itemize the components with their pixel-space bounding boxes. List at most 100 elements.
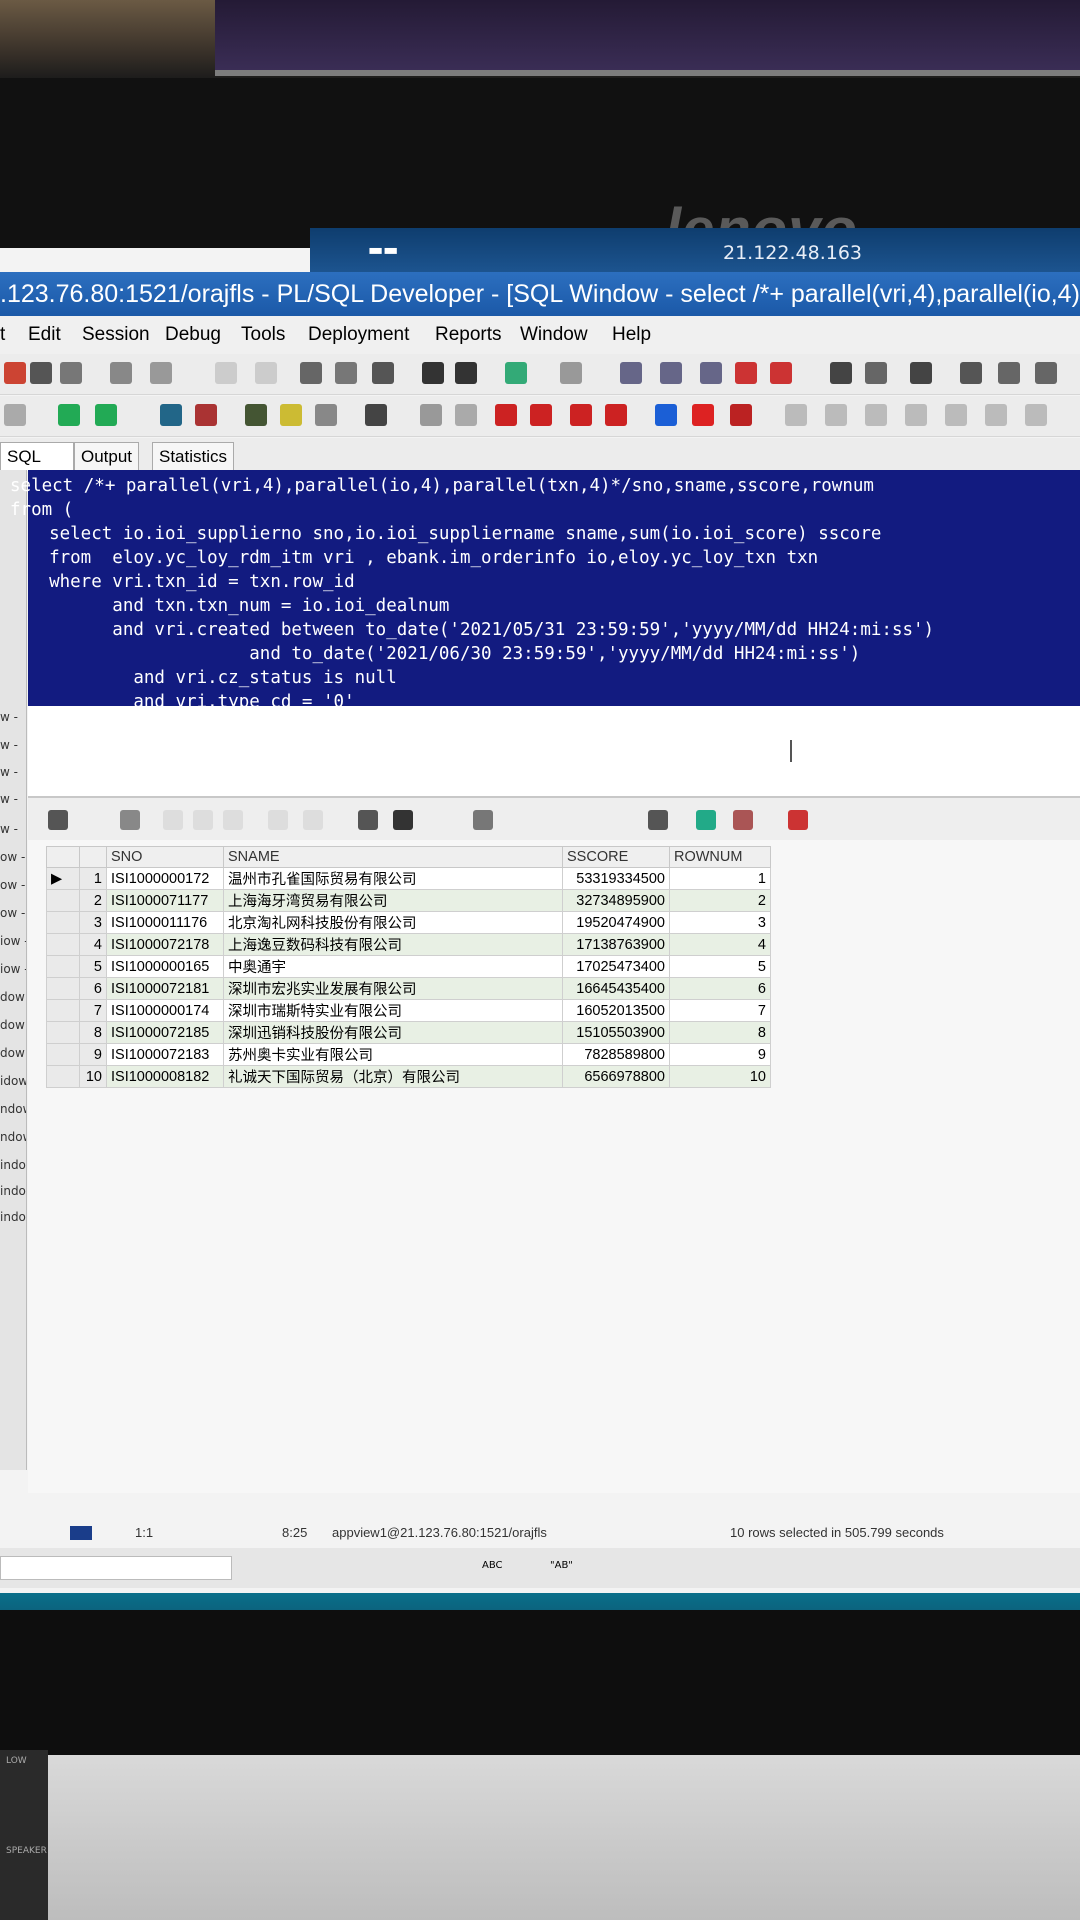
window-list-item[interactable]: w - — [0, 792, 18, 806]
menu-reports[interactable]: Reports — [435, 316, 502, 354]
cell-sno[interactable]: ISI1000000174 — [106, 999, 224, 1022]
wrench-icon[interactable] — [365, 404, 387, 426]
table-row[interactable]: 4 ISI1000072178 上海逸豆数码科技有限公司 17138763900 4 — [46, 933, 771, 956]
comment-icon[interactable] — [700, 362, 722, 384]
table-row[interactable]: 2 ISI1000071177 上海海牙湾贸易有限公司 32734895900 2 — [46, 889, 771, 912]
cell-sno[interactable]: ISI1000000165 — [106, 955, 224, 978]
find-word-toggle[interactable]: "AB" — [550, 1560, 573, 1571]
stop-icon[interactable] — [730, 404, 752, 426]
indent-icon[interactable] — [620, 362, 642, 384]
menu-edit[interactable]: Edit — [28, 316, 61, 354]
column-header-rownum[interactable]: ROWNUM — [669, 846, 771, 868]
cell-sscore[interactable]: 7828589800 — [562, 1043, 670, 1066]
print-setup-icon[interactable] — [150, 362, 172, 384]
table-export-icon[interactable] — [788, 810, 808, 830]
window-list-item[interactable]: indow - — [0, 1158, 26, 1172]
table-row[interactable]: 6 ISI1000072181 深圳市宏兆实业发展有限公司 16645435400 6 — [46, 977, 771, 1000]
cell-sno[interactable]: ISI1000072183 — [106, 1043, 224, 1066]
tile-vertical-icon[interactable] — [1035, 362, 1057, 384]
object-icon[interactable] — [420, 404, 442, 426]
pin-icon[interactable]: ▬▬ — [368, 240, 398, 259]
tile-horizontal-icon[interactable] — [998, 362, 1020, 384]
lock-icon[interactable] — [120, 810, 140, 830]
cell-rownum[interactable]: 10 — [669, 1065, 771, 1088]
cell-sname[interactable]: 上海逸豆数码科技有限公司 — [223, 933, 563, 956]
step-5-icon[interactable] — [945, 404, 967, 426]
find-case-toggle[interactable]: ABC — [482, 1560, 503, 1571]
chart-icon[interactable] — [733, 810, 753, 830]
window-list-icon[interactable] — [830, 362, 852, 384]
sql-editor[interactable]: select /*+ parallel(vri,4),parallel(io,4… — [10, 470, 1080, 800]
cell-sscore[interactable]: 17138763900 — [562, 933, 670, 956]
cell-sno[interactable]: ISI1000011176 — [106, 911, 224, 934]
save-results-icon[interactable] — [648, 810, 668, 830]
step-icon[interactable] — [785, 404, 807, 426]
cell-rownum[interactable]: 2 — [669, 889, 771, 912]
menu-file[interactable]: t — [0, 316, 5, 354]
cell-rownum[interactable]: 9 — [669, 1043, 771, 1066]
commit-icon[interactable] — [160, 404, 182, 426]
next-page-icon[interactable] — [268, 810, 288, 830]
undo-icon[interactable] — [215, 362, 237, 384]
column-header-sscore[interactable]: SSCORE — [562, 846, 670, 868]
cell-sno[interactable]: ISI1000071177 — [106, 889, 224, 912]
cell-sname[interactable]: 礼诚天下国际贸易（北京）有限公司 — [223, 1065, 563, 1088]
cell-sscore[interactable]: 17025473400 — [562, 955, 670, 978]
cut-icon[interactable] — [300, 362, 322, 384]
window-list-item[interactable]: w - — [0, 765, 18, 779]
redo-icon[interactable] — [255, 362, 277, 384]
report-icon[interactable] — [770, 362, 792, 384]
table-row[interactable]: 8 ISI1000072185 深圳迅销科技股份有限公司 15105503900 8 — [46, 1021, 771, 1044]
find-icon[interactable] — [393, 810, 413, 830]
save-all-icon[interactable] — [60, 362, 82, 384]
new-icon[interactable] — [4, 362, 26, 384]
cell-rownum[interactable]: 4 — [669, 933, 771, 956]
step-6-icon[interactable] — [985, 404, 1007, 426]
table-row[interactable]: 3 ISI1000011176 北京淘礼网科技股份有限公司 19520474900 3 — [46, 911, 771, 934]
cascade-icon[interactable] — [960, 362, 982, 384]
tab-output[interactable]: Output — [74, 442, 140, 471]
cell-sscore[interactable]: 16645435400 — [562, 977, 670, 1000]
delete-row-icon[interactable] — [193, 810, 213, 830]
cell-rownum[interactable]: 7 — [669, 999, 771, 1022]
object-6-icon[interactable] — [605, 404, 627, 426]
cell-sno[interactable]: ISI1000000172 — [106, 867, 224, 890]
cell-sname[interactable]: 中奥通宇 — [223, 955, 563, 978]
cell-rownum[interactable]: 8 — [669, 1021, 771, 1044]
cell-sscore[interactable]: 32734895900 — [562, 889, 670, 912]
cell-sname[interactable]: 苏州奥卡实业有限公司 — [223, 1043, 563, 1066]
arrow-right-blue-icon[interactable] — [655, 404, 677, 426]
arrow-right-red-icon[interactable] — [692, 404, 714, 426]
add-row-icon[interactable] — [163, 810, 183, 830]
table-row[interactable]: ▶ 1 ISI1000000172 温州市孔雀国际贸易有限公司 53319334500 1 — [46, 867, 771, 890]
cell-rownum[interactable]: 1 — [669, 867, 771, 890]
window-list-item[interactable]: iow - — [0, 962, 26, 976]
window-list-item[interactable]: ow - — [0, 878, 25, 892]
cell-sno[interactable]: ISI1000072181 — [106, 977, 224, 1000]
cell-sscore[interactable]: 53319334500 — [562, 867, 670, 890]
tab-statistics[interactable]: Statistics — [152, 442, 235, 471]
explain-icon[interactable] — [560, 362, 582, 384]
step-2-icon[interactable] — [825, 404, 847, 426]
refresh-icon[interactable] — [358, 810, 378, 830]
table-row[interactable]: 5 ISI1000000165 中奥通宇 17025473400 5 — [46, 955, 771, 978]
window-list-item[interactable]: ndow - — [0, 1102, 26, 1116]
cell-sname[interactable]: 深圳市瑞斯特实业有限公司 — [223, 999, 563, 1022]
save-icon[interactable] — [30, 362, 52, 384]
cell-rownum[interactable]: 5 — [669, 955, 771, 978]
rollback-icon[interactable] — [195, 404, 217, 426]
debug-icon[interactable] — [245, 404, 267, 426]
object-2-icon[interactable] — [455, 404, 477, 426]
object-3-icon[interactable] — [495, 404, 517, 426]
menu-deployment[interactable]: Deployment — [308, 316, 409, 354]
connection-info[interactable]: appview1@21.123.76.80:1521/orajfls — [332, 1520, 547, 1546]
cell-sscore[interactable]: 16052013500 — [562, 999, 670, 1022]
window-list-item[interactable]: iow - — [0, 934, 26, 948]
column-header-sname[interactable]: SNAME — [223, 846, 563, 868]
logon-icon[interactable] — [4, 404, 26, 426]
cell-sno[interactable]: ISI1000072185 — [106, 1021, 224, 1044]
step-3-icon[interactable] — [865, 404, 887, 426]
table-row[interactable]: 10 ISI1000008182 礼诚天下国际贸易（北京）有限公司 656697880… — [46, 1065, 771, 1088]
cell-rownum[interactable]: 3 — [669, 911, 771, 934]
export-icon[interactable] — [735, 362, 757, 384]
